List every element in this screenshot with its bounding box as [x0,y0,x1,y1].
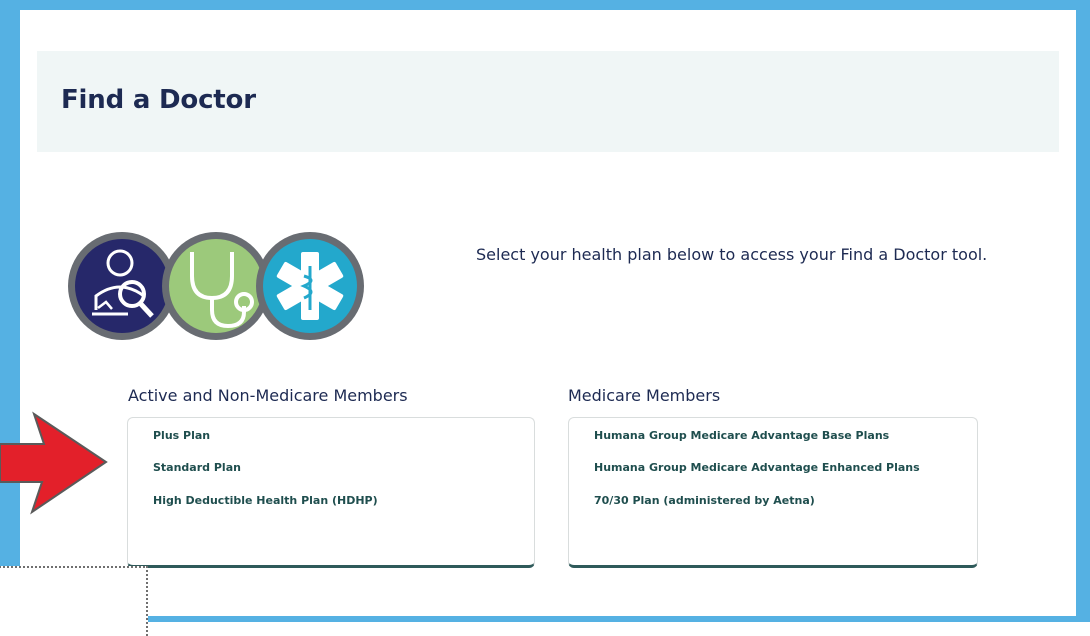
page-header: Find a Doctor [37,51,1059,152]
page-title: Find a Doctor [61,85,256,115]
plan-link-humana-enhanced[interactable]: Humana Group Medicare Advantage Enhanced… [594,461,920,474]
plan-link-humana-base[interactable]: Humana Group Medicare Advantage Base Pla… [594,429,889,442]
plan-card-active: Plus Plan Standard Plan High Deductible … [127,417,535,568]
plan-link-plus[interactable]: Plus Plan [153,429,210,442]
section-title-active: Active and Non-Medicare Members [128,386,408,405]
section-title-medicare: Medicare Members [568,386,721,405]
plan-link-standard[interactable]: Standard Plan [153,461,241,474]
plan-card-medicare: Humana Group Medicare Advantage Base Pla… [568,417,978,568]
plan-link-aetna-7030[interactable]: 70/30 Plan (administered by Aetna) [594,494,815,507]
hero-icons [68,232,364,340]
red-arrow-icon [0,411,108,515]
stethoscope-icon [162,232,270,340]
dotted-callout-box [0,566,148,636]
medical-star-of-life-icon [256,232,364,340]
doctor-search-icon [68,232,176,340]
plan-link-hdhp[interactable]: High Deductible Health Plan (HDHP) [153,494,378,507]
intro-text: Select your health plan below to access … [476,245,988,264]
